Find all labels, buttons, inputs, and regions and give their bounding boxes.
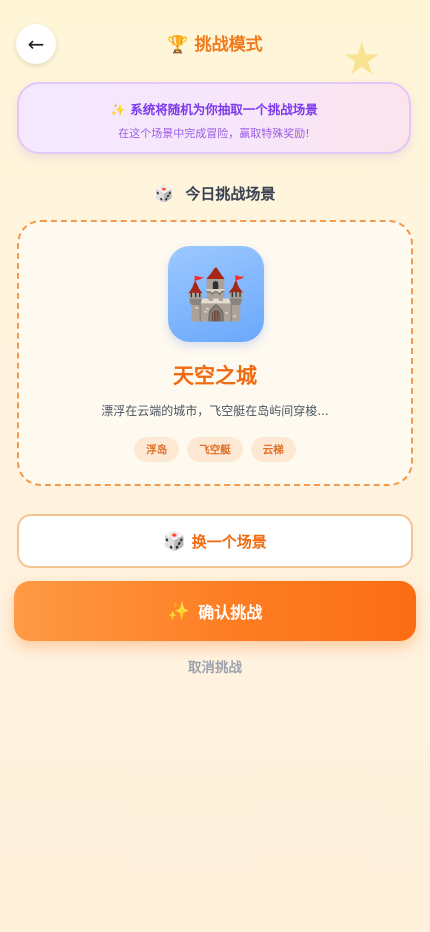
scene-tag: 浮岛 (134, 437, 180, 462)
swap-scene-button[interactable]: 🎲 换一个场景 (17, 514, 413, 568)
confirm-challenge-button[interactable]: ✨ 确认挑战 (14, 581, 416, 641)
page-title-text: 挑战模式 (194, 35, 263, 55)
cancel-challenge-link[interactable]: 取消挑战 (0, 656, 430, 676)
scene-tag: 云梯 (250, 437, 296, 462)
sparkles-icon: ✨ (110, 102, 126, 117)
scene-card: 🏰 天空之城 漂浮在云端的城市，飞空艇在岛屿间穿梭... 浮岛 飞空艇 云梯 (17, 220, 413, 486)
scene-description: 漂浮在云端的城市，飞空艇在岛屿间穿梭... (101, 404, 329, 418)
castle-icon: 🏰 (184, 265, 248, 323)
scene-tags: 浮岛 飞空艇 云梯 (19, 437, 411, 462)
section-title: 🎲 今日挑战场景 (0, 183, 430, 204)
scene-icon-tile: 🏰 (168, 246, 264, 342)
notice-subtitle: 在这个场景中完成冒险，赢取特殊奖励! (118, 127, 310, 140)
scene-tag: 飞空艇 (187, 437, 243, 462)
notice-banner: ✨ 系统将随机为你抽取一个挑战场景 在这个场景中完成冒险，赢取特殊奖励! (17, 82, 411, 154)
notice-title: ✨ 系统将随机为你抽取一个挑战场景 (19, 99, 409, 118)
star-icon: ★ (342, 34, 382, 85)
scene-name: 天空之城 (173, 364, 257, 388)
sparkles-icon: ✨ (167, 600, 191, 622)
trophy-icon: 🏆 (167, 35, 189, 55)
dice-icon: 🎲 (163, 530, 186, 552)
dice-icon: 🎲 (154, 185, 174, 203)
notice-title-text: 系统将随机为你抽取一个挑战场景 (130, 102, 318, 117)
confirm-challenge-label: 确认挑战 (198, 603, 263, 622)
section-title-text: 今日挑战场景 (185, 185, 276, 203)
swap-scene-label: 换一个场景 (191, 532, 267, 551)
